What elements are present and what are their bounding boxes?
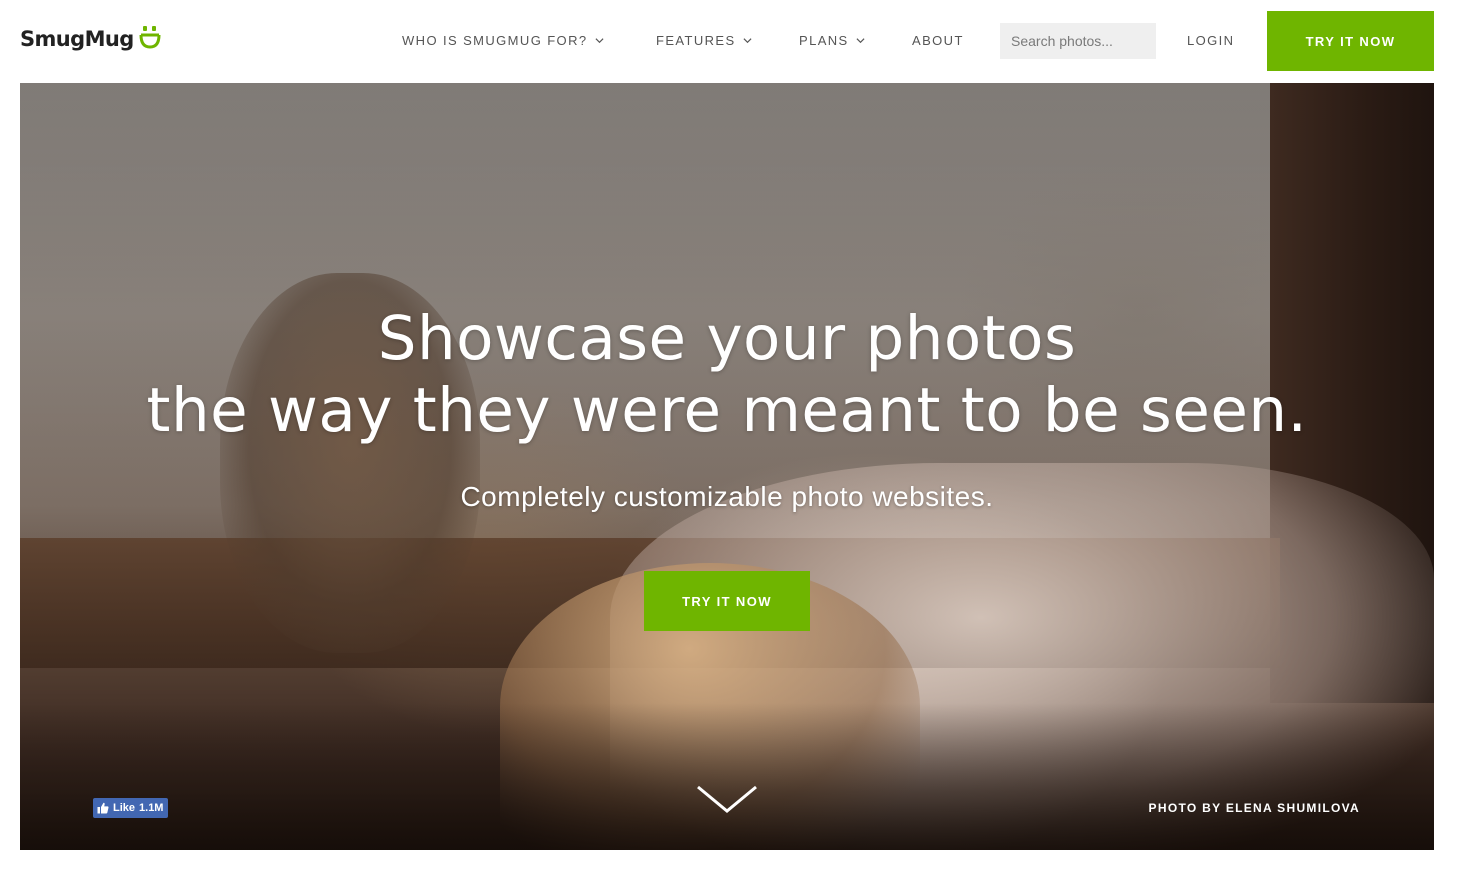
nav-item-label: ABOUT [912, 33, 964, 48]
headline-line-2: the way they were meant to be seen. [146, 375, 1308, 446]
site-header: SmugMug WHO IS SMUGMUG FOR? FEATURES PLA… [0, 0, 1458, 83]
chevron-down-icon [856, 38, 865, 44]
nav-item-label: WHO IS SMUGMUG FOR? [402, 33, 588, 48]
chevron-down-icon [594, 38, 604, 44]
thumbs-up-icon [97, 802, 109, 814]
hero-photo-shadow [20, 703, 1434, 850]
button-label: TRY IT NOW [1305, 33, 1396, 49]
nav-who-is-smugmug-for[interactable]: WHO IS SMUGMUG FOR? [402, 33, 604, 48]
try-it-now-hero-button[interactable]: TRY IT NOW [644, 571, 810, 631]
chevron-down-icon[interactable] [696, 783, 758, 815]
smile-logo-icon [139, 26, 161, 49]
headline-line-1: Showcase your photos [377, 303, 1077, 374]
nav-about[interactable]: ABOUT [912, 33, 964, 48]
like-label: Like [113, 802, 136, 814]
nav-plans[interactable]: PLANS [799, 33, 865, 48]
hero-headline: Showcase your photos the way they were m… [20, 303, 1434, 447]
login-link[interactable]: LOGIN [1187, 33, 1234, 48]
nav-item-label: FEATURES [656, 33, 736, 48]
hero-section: Showcase your photos the way they were m… [20, 83, 1434, 850]
search-input[interactable] [1000, 23, 1156, 59]
hero-subheadline: Completely customizable photo websites. [460, 481, 994, 512]
logo-wordmark: SmugMug [20, 27, 134, 51]
nav-item-label: PLANS [799, 33, 849, 48]
smugmug-logo[interactable]: SmugMug [20, 22, 162, 56]
try-it-now-header-button[interactable]: TRY IT NOW [1267, 11, 1434, 71]
nav-features[interactable]: FEATURES [656, 33, 752, 48]
login-label: LOGIN [1187, 33, 1235, 48]
facebook-like-button[interactable]: Like 1.1M [93, 798, 169, 818]
like-count: 1.1M [139, 802, 164, 814]
chevron-down-icon [743, 38, 752, 44]
button-label: TRY IT NOW [682, 593, 772, 609]
photo-credit: PHOTO BY ELENA SHUMILOVA [1148, 801, 1360, 815]
